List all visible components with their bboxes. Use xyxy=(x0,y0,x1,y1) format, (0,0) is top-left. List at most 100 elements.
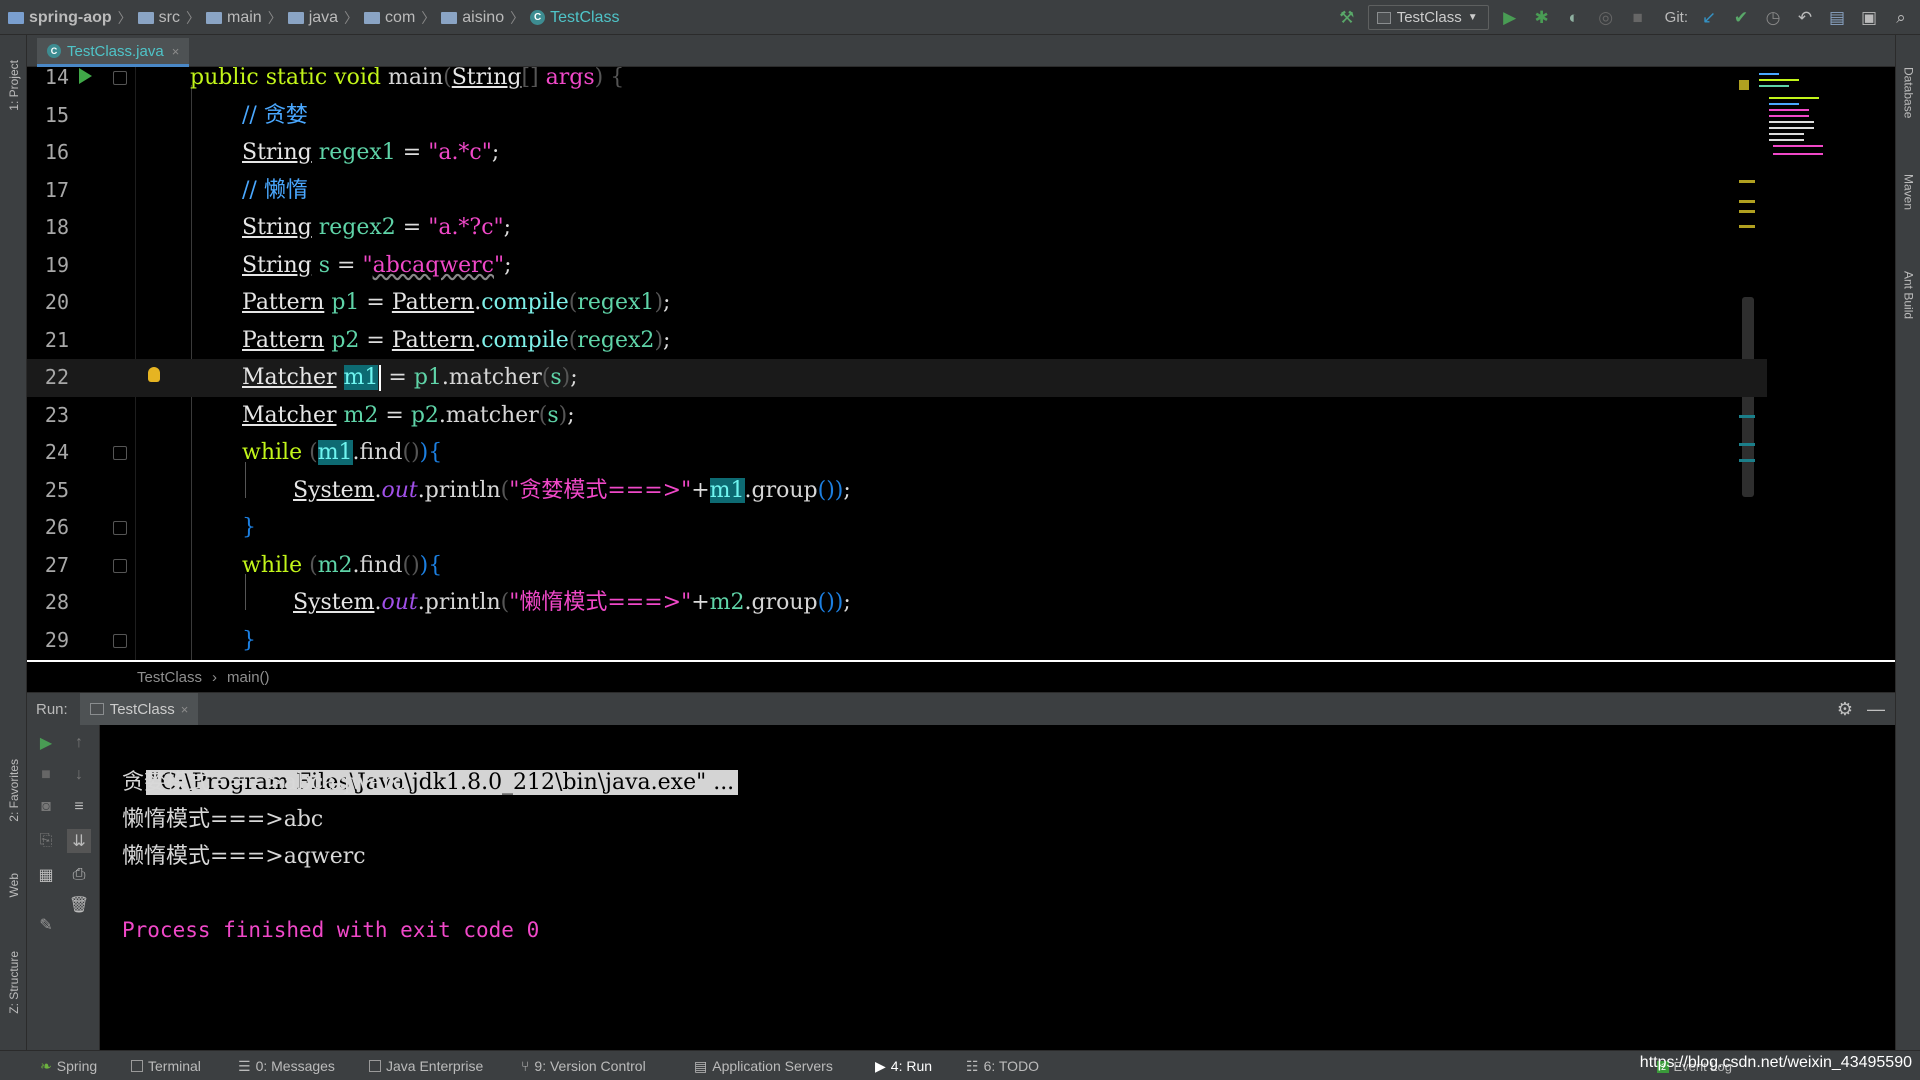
code-editor[interactable]: 14 public static void main(String[] args… xyxy=(27,67,1895,660)
profile-icon[interactable]: ◎ xyxy=(1595,7,1617,29)
tool-window-ant-build[interactable]: Ant Build xyxy=(1896,245,1920,345)
git-history-clock-icon[interactable]: ◷ xyxy=(1762,7,1784,29)
line-number[interactable]: 15 xyxy=(27,97,69,135)
run-icon[interactable]: ▶ xyxy=(1499,7,1521,29)
line-number[interactable]: 20 xyxy=(27,284,69,322)
code-line[interactable]: 23 Matcher m2 = p2.matcher(s); xyxy=(27,397,1767,435)
git-update-arrow-icon[interactable]: ↙ xyxy=(1698,7,1720,29)
scroll-to-end-icon[interactable]: ⇊ xyxy=(67,829,91,853)
line-number[interactable]: 27 xyxy=(27,547,69,585)
intention-bulb-icon[interactable] xyxy=(148,367,160,382)
fold-marker-icon[interactable] xyxy=(113,558,127,573)
project-structure-icon[interactable]: ▤ xyxy=(1826,7,1848,29)
scroll-up-icon[interactable]: ↑ xyxy=(67,731,91,755)
pin-icon[interactable]: ✎ xyxy=(34,913,58,937)
line-number[interactable]: 26 xyxy=(27,509,69,547)
line-number[interactable]: 23 xyxy=(27,397,69,435)
print-icon[interactable]: ⎙ xyxy=(67,863,91,887)
breadcrumb-main[interactable]: main xyxy=(206,9,262,27)
line-number[interactable]: 21 xyxy=(27,322,69,360)
close-icon[interactable]: × xyxy=(172,44,180,59)
rerun-icon[interactable]: ▶ xyxy=(34,731,58,755)
fold-marker-icon[interactable] xyxy=(113,521,127,535)
stop-icon[interactable]: ■ xyxy=(34,763,58,787)
line-number[interactable]: 16 xyxy=(27,134,69,172)
debug-bug-icon[interactable]: ✱ xyxy=(1531,7,1553,29)
scroll-down-icon[interactable]: ↓ xyxy=(67,763,91,787)
main-toolbar: ⚒ TestClass ▼ ▶ ✱ ◐ ◎ ■ Git: ↙ ✔ ◷ ↶ ▤ ▣… xyxy=(1336,0,1912,35)
tool-window-run[interactable]: ▶ 4: Run xyxy=(875,1051,932,1080)
code-line[interactable]: 18 String regex2 = "a.*?c"; xyxy=(27,209,1767,247)
tool-window-terminal[interactable]: Terminal xyxy=(131,1051,201,1080)
code-line-current[interactable]: 22 Matcher m1 = p1.matcher(s); xyxy=(27,359,1767,397)
line-number[interactable]: 14 xyxy=(27,67,69,97)
run-gutter-icon[interactable] xyxy=(79,68,92,84)
code-line[interactable]: 14 public static void main(String[] args… xyxy=(27,67,1767,97)
soft-wrap-icon[interactable]: ≡ xyxy=(67,795,91,819)
tool-window-maven[interactable]: Maven xyxy=(1896,155,1920,230)
restore-layout-icon[interactable]: ⎘ xyxy=(34,829,58,853)
code-line[interactable]: 27 while (m2.find()){ xyxy=(27,547,1767,585)
breadcrumb-java[interactable]: java xyxy=(287,9,338,27)
line-number[interactable]: 17 xyxy=(27,172,69,210)
layout-icon[interactable]: ▦ xyxy=(34,863,58,887)
breadcrumb-aisino[interactable]: aisino xyxy=(441,9,504,27)
breadcrumb: spring-aop 〉 src 〉 main 〉 java 〉 com 〉 a… xyxy=(8,0,619,35)
tool-window-java-enterprise[interactable]: Java Enterprise xyxy=(369,1051,483,1080)
code-line[interactable]: 20 Pattern p1 = Pattern.compile(regex1); xyxy=(27,284,1767,322)
line-number[interactable]: 24 xyxy=(27,434,69,472)
presentation-mode-icon[interactable]: ▣ xyxy=(1858,7,1880,29)
line-number[interactable]: 22 xyxy=(27,359,69,397)
code-line[interactable]: 16 String regex1 = "a.*c"; xyxy=(27,134,1767,172)
tool-window-messages[interactable]: ☰ 0: Messages xyxy=(238,1051,335,1080)
fold-marker-icon[interactable] xyxy=(113,633,127,648)
breadcrumb-method[interactable]: main() xyxy=(227,669,270,686)
minimize-icon[interactable]: — xyxy=(1867,699,1885,720)
line-number[interactable]: 19 xyxy=(27,247,69,285)
stop-icon[interactable]: ■ xyxy=(1627,7,1649,29)
git-commit-check-icon[interactable]: ✔ xyxy=(1730,7,1752,29)
tool-window-structure[interactable]: Z: Structure xyxy=(0,925,27,1040)
line-number[interactable]: 25 xyxy=(27,472,69,510)
tool-window-favorites[interactable]: 2: Favorites xyxy=(0,735,27,845)
code-line[interactable]: 15 // 贪婪 xyxy=(27,97,1767,135)
search-icon[interactable]: ⌕ xyxy=(1890,7,1912,29)
tool-window-application-servers[interactable]: ▤ Application Servers xyxy=(694,1051,833,1080)
editor-tab-testclass[interactable]: C TestClass.java × xyxy=(37,38,190,67)
breadcrumb-class[interactable]: TestClass xyxy=(137,669,202,686)
code-line[interactable]: 19 String s = "abcaqwerc"; xyxy=(27,247,1767,285)
tool-window-version-control[interactable]: ⑂ 9: Version Control xyxy=(521,1051,646,1080)
tool-window-spring[interactable]: ❧ Spring xyxy=(40,1051,97,1080)
run-configuration-selector[interactable]: TestClass ▼ xyxy=(1367,5,1489,30)
fold-marker-icon[interactable] xyxy=(113,446,127,460)
settings-gear-icon[interactable]: ⚙ xyxy=(1837,699,1853,720)
rollback-undo-icon[interactable]: ↶ xyxy=(1794,7,1816,29)
breadcrumb-project[interactable]: spring-aop xyxy=(8,9,112,27)
camera-dump-icon[interactable]: ◙ xyxy=(34,795,58,819)
tool-window-project[interactable]: 1: Project xyxy=(0,45,27,125)
run-tab-testclass[interactable]: TestClass × xyxy=(79,692,199,726)
code-line[interactable]: 17 // 懒惰 xyxy=(27,172,1767,210)
breadcrumb-testclass[interactable]: C TestClass xyxy=(530,9,619,27)
folder-icon xyxy=(364,11,381,24)
code-line[interactable]: 26 } xyxy=(27,509,1767,547)
code-line[interactable]: 21 Pattern p2 = Pattern.compile(regex2); xyxy=(27,322,1767,360)
line-number[interactable]: 28 xyxy=(27,584,69,622)
breadcrumb-com[interactable]: com xyxy=(364,9,415,27)
close-icon[interactable]: × xyxy=(181,702,189,717)
tool-window-web[interactable]: Web xyxy=(0,855,27,915)
code-line[interactable]: 29 } xyxy=(27,622,1767,660)
code-line[interactable]: 24 while (m1.find()){ xyxy=(27,434,1767,472)
line-number[interactable]: 18 xyxy=(27,209,69,247)
tool-window-todo[interactable]: ☷ 6: TODO xyxy=(966,1051,1039,1080)
code-line[interactable]: 28 System.out.println("懒惰模式===>"+m2.grou… xyxy=(27,584,1767,622)
tool-window-database[interactable]: Database xyxy=(1896,45,1920,140)
run-console[interactable]: "C:\Program Files\Java\jdk1.8.0_212\bin\… xyxy=(100,725,1895,1050)
build-hammer-icon[interactable]: ⚒ xyxy=(1336,7,1358,29)
fold-marker-icon[interactable] xyxy=(113,71,127,85)
code-line[interactable]: 25 System.out.println("贪婪模式===>"+m1.grou… xyxy=(27,472,1767,510)
breadcrumb-src[interactable]: src xyxy=(137,9,180,27)
trash-clear-icon[interactable]: 🗑 xyxy=(67,893,91,917)
run-with-coverage-icon[interactable]: ◐ xyxy=(1563,7,1585,29)
line-number[interactable]: 29 xyxy=(27,622,69,660)
